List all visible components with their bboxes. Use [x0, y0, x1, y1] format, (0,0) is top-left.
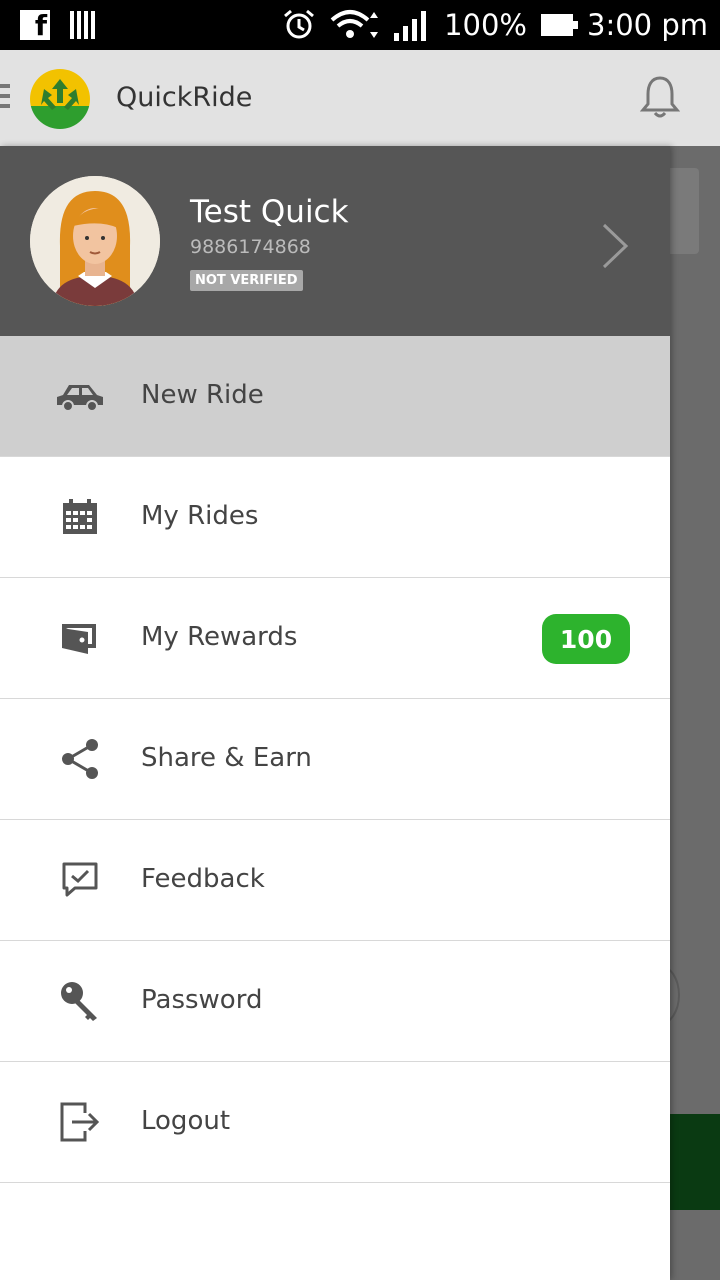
menu-item-label: My Rewards	[141, 622, 298, 652]
menu-item-share-earn[interactable]: Share & Earn	[0, 699, 670, 820]
menu-item-feedback[interactable]: Feedback	[0, 820, 670, 941]
quickride-logo	[30, 69, 90, 129]
key-icon	[52, 979, 108, 1023]
app-title: QuickRide	[116, 82, 253, 113]
chevron-right-icon[interactable]	[600, 221, 630, 271]
notification-bell-icon[interactable]	[640, 74, 680, 120]
clock: 3:00 pm	[587, 8, 708, 42]
menu-item-label: New Ride	[141, 380, 264, 410]
menu-item-logout[interactable]: Logout	[0, 1062, 670, 1183]
signal-icon	[394, 11, 427, 41]
verification-badge: NOT VERIFIED	[190, 270, 303, 291]
menu-item-my-rides[interactable]: My Rides	[0, 457, 670, 578]
battery-icon	[541, 14, 578, 36]
calendar-icon	[52, 495, 108, 539]
rewards-count-badge: 100	[542, 614, 630, 664]
alarm-icon	[284, 9, 315, 39]
profile-phone: 9886174868	[190, 236, 311, 258]
battery-percent: 100%	[444, 8, 527, 42]
background-card	[665, 168, 699, 254]
menu-item-my-rewards[interactable]: My Rewards 100	[0, 578, 670, 699]
barcode-notification-icon	[70, 11, 95, 39]
share-icon	[52, 737, 108, 781]
status-bar: f 100% 3:00 pm	[0, 0, 720, 50]
logout-icon	[52, 1100, 108, 1144]
navigation-drawer: Test Quick 9886174868 NOT VERIFIED New R…	[0, 146, 670, 1280]
menu-item-password[interactable]: Password	[0, 941, 670, 1062]
wallet-icon	[52, 616, 108, 660]
wifi-icon	[330, 10, 379, 38]
feedback-icon	[52, 858, 108, 902]
profile-name: Test Quick	[190, 194, 349, 230]
menu-item-label: Password	[141, 985, 263, 1015]
menu-item-label: My Rides	[141, 501, 259, 531]
menu-item-label: Logout	[141, 1106, 231, 1136]
profile-header[interactable]: Test Quick 9886174868 NOT VERIFIED	[0, 146, 670, 336]
drawer-menu: New Ride My Rides My Rewards 100 Share &…	[0, 336, 670, 1183]
menu-icon[interactable]	[0, 84, 10, 114]
menu-item-label: Share & Earn	[141, 743, 312, 773]
menu-item-new-ride[interactable]: New Ride	[0, 336, 670, 457]
app-bar: QuickRide	[0, 50, 720, 146]
avatar	[30, 176, 160, 306]
car-icon	[52, 374, 108, 418]
menu-item-label: Feedback	[141, 864, 265, 894]
background-green-bar	[665, 1114, 720, 1210]
facebook-notification-icon: f	[20, 10, 50, 40]
